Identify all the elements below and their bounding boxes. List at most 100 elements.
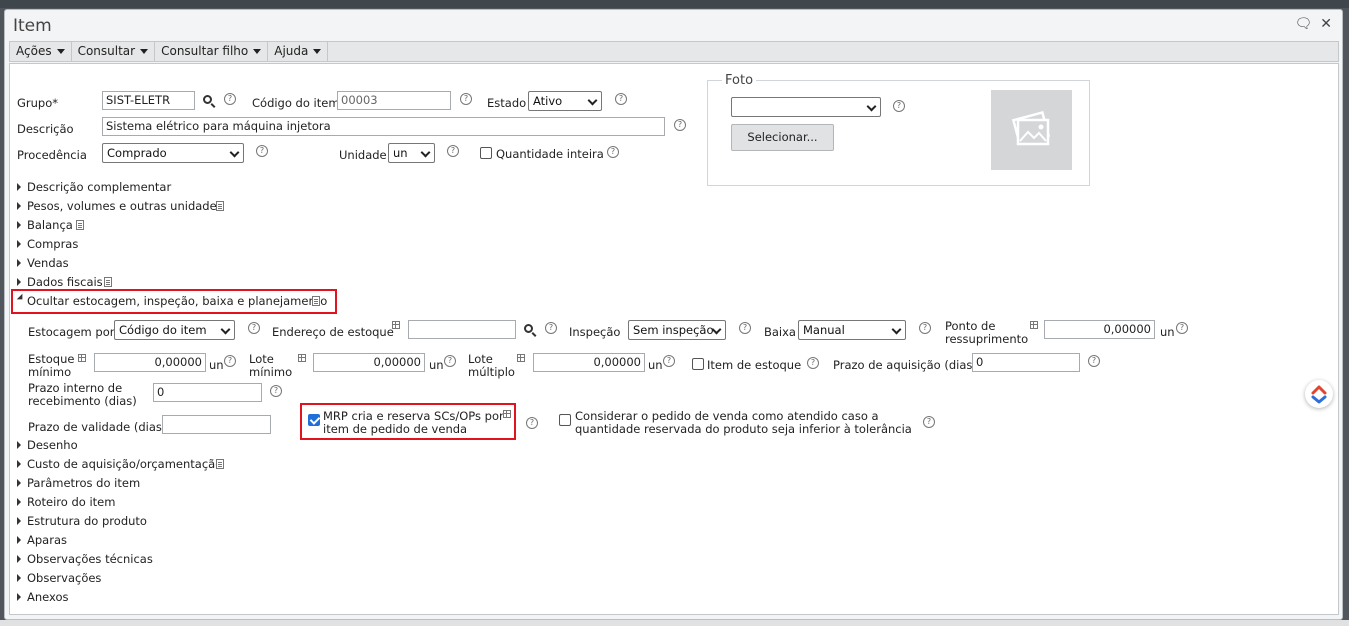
- search-icon[interactable]: [203, 95, 212, 104]
- mrp-checkbox[interactable]: [308, 414, 320, 426]
- menu-consultar[interactable]: Consultar: [72, 42, 156, 61]
- section-vendas[interactable]: Vendas: [27, 256, 69, 270]
- descricao-label: Descrição: [17, 122, 74, 136]
- expand-arrow-icon[interactable]: [17, 574, 21, 582]
- item-window: Item 🗨 ✕ Ações Consultar Consultar filho…: [4, 9, 1343, 620]
- foto-select[interactable]: [731, 97, 881, 117]
- help-icon[interactable]: ?: [224, 355, 236, 367]
- help-icon[interactable]: ?: [615, 93, 627, 105]
- codigo-input[interactable]: 00003: [337, 91, 451, 110]
- help-icon[interactable]: ?: [893, 100, 905, 112]
- estado-select[interactable]: Ativo: [528, 91, 602, 111]
- menu-consultar-filho[interactable]: Consultar filho: [155, 42, 269, 61]
- expand-arrow-icon[interactable]: [17, 555, 21, 563]
- document-icon: [216, 201, 224, 211]
- considerar-checkbox[interactable]: [559, 414, 571, 426]
- help-icon[interactable]: ?: [663, 355, 675, 367]
- expand-arrow-icon[interactable]: [17, 183, 21, 191]
- section-compras[interactable]: Compras: [27, 237, 78, 251]
- prazo-interno-label-2: recebimento (dias): [28, 394, 137, 408]
- expand-arrow-icon[interactable]: [17, 221, 21, 229]
- expand-arrow-icon[interactable]: [17, 479, 21, 487]
- section-anexos[interactable]: Anexos: [27, 590, 69, 604]
- menu-ajuda[interactable]: Ajuda: [268, 42, 329, 61]
- section-parametros[interactable]: Parâmetros do item: [27, 476, 140, 490]
- search-icon[interactable]: [524, 324, 533, 333]
- help-icon[interactable]: ?: [545, 322, 557, 334]
- selecionar-button[interactable]: Selecionar...: [731, 124, 834, 151]
- expand-arrow-icon[interactable]: [17, 441, 21, 449]
- unidade-select[interactable]: un: [388, 143, 435, 163]
- help-icon[interactable]: ?: [248, 322, 260, 334]
- help-icon[interactable]: ?: [674, 119, 686, 131]
- expand-arrow-icon[interactable]: [17, 259, 21, 267]
- expand-arrow-icon[interactable]: [17, 240, 21, 248]
- prazo-validade-input[interactable]: [162, 415, 271, 434]
- grupo-input[interactable]: SIST-ELETR: [102, 91, 195, 110]
- section-observacoes[interactable]: Observações: [27, 571, 101, 585]
- section-descricao-complementar[interactable]: Descrição complementar: [27, 180, 171, 194]
- help-icon[interactable]: ?: [256, 145, 268, 157]
- help-icon[interactable]: ?: [460, 93, 472, 105]
- endereco-input[interactable]: [408, 320, 516, 339]
- prazo-aquisicao-input[interactable]: 0: [972, 353, 1080, 372]
- section-dados-fiscais[interactable]: Dados fiscais: [27, 275, 103, 289]
- descricao-input[interactable]: Sistema elétrico para máquina injetora: [102, 117, 665, 136]
- ponto-input[interactable]: 0,00000: [1044, 320, 1155, 339]
- baixa-label: Baixa: [764, 325, 796, 339]
- expand-arrow-icon[interactable]: [17, 202, 21, 210]
- menu-bar: Ações Consultar Consultar filho Ajuda: [9, 41, 1339, 62]
- inspecao-select[interactable]: Sem inspeção: [628, 320, 726, 340]
- help-icon[interactable]: ?: [270, 385, 282, 397]
- comment-icon[interactable]: 🗨: [1294, 17, 1312, 31]
- chevron-down-icon: [140, 49, 149, 54]
- section-roteiro[interactable]: Roteiro do item: [27, 495, 115, 509]
- procedencia-select[interactable]: Comprado: [102, 143, 244, 163]
- grid-icon: [392, 321, 400, 329]
- section-aparas[interactable]: Aparas: [27, 533, 67, 547]
- section-observacoes-tecnicas[interactable]: Observações técnicas: [27, 552, 153, 566]
- section-estocagem-toggle[interactable]: Ocultar estocagem, inspeção, baixa e pla…: [27, 294, 327, 308]
- baixa-select[interactable]: Manual: [798, 320, 906, 340]
- codigo-label: Código do item: [252, 96, 340, 110]
- prazo-interno-input[interactable]: 0: [153, 383, 262, 402]
- estoque-minimo-input[interactable]: 0,00000: [94, 353, 206, 372]
- expand-arrow-icon[interactable]: [17, 460, 21, 468]
- help-icon[interactable]: ?: [807, 357, 819, 369]
- help-icon[interactable]: ?: [919, 322, 931, 334]
- help-icon[interactable]: ?: [444, 355, 456, 367]
- image-icon: [1011, 110, 1051, 146]
- title-bar-icons: 🗨 ✕: [1294, 17, 1332, 31]
- lote-multiplo-input[interactable]: 0,00000: [533, 353, 645, 372]
- help-icon[interactable]: ?: [224, 93, 236, 105]
- item-estoque-checkbox[interactable]: [692, 358, 704, 370]
- section-estrutura[interactable]: Estrutura do produto: [27, 514, 147, 528]
- help-icon[interactable]: ?: [607, 146, 619, 158]
- assistant-floating-button[interactable]: [1305, 380, 1333, 408]
- help-icon[interactable]: ?: [526, 417, 538, 429]
- section-desenho[interactable]: Desenho: [27, 438, 78, 452]
- sync-arrows-icon: [1311, 385, 1327, 404]
- grid-icon: [298, 354, 306, 362]
- expand-arrow-icon[interactable]: [17, 278, 21, 286]
- section-custo-aquisicao[interactable]: Custo de aquisição/orçamentação: [27, 457, 222, 471]
- help-icon[interactable]: ?: [739, 322, 751, 334]
- quantidade-inteira-checkbox[interactable]: [480, 147, 492, 159]
- help-icon[interactable]: ?: [447, 145, 459, 157]
- lote-minimo-input[interactable]: 0,00000: [313, 353, 425, 372]
- expand-arrow-icon[interactable]: [17, 593, 21, 601]
- estoque-minimo-label-2: mínimo: [28, 365, 72, 379]
- help-icon[interactable]: ?: [923, 416, 935, 428]
- expand-arrow-icon[interactable]: [17, 498, 21, 506]
- help-icon[interactable]: ?: [1176, 322, 1188, 334]
- chevron-down-icon: [313, 49, 322, 54]
- estocagem-por-select[interactable]: Código do item: [114, 320, 235, 340]
- menu-acoes[interactable]: Ações: [10, 42, 72, 61]
- section-balanca[interactable]: Balança: [27, 218, 73, 232]
- expand-arrow-icon[interactable]: [17, 536, 21, 544]
- expand-arrow-icon[interactable]: [17, 517, 21, 525]
- section-pesos-volumes[interactable]: Pesos, volumes e outras unidades: [27, 199, 223, 213]
- close-icon[interactable]: ✕: [1320, 17, 1332, 31]
- unidade-label: Unidade: [339, 148, 387, 162]
- help-icon[interactable]: ?: [1088, 355, 1100, 367]
